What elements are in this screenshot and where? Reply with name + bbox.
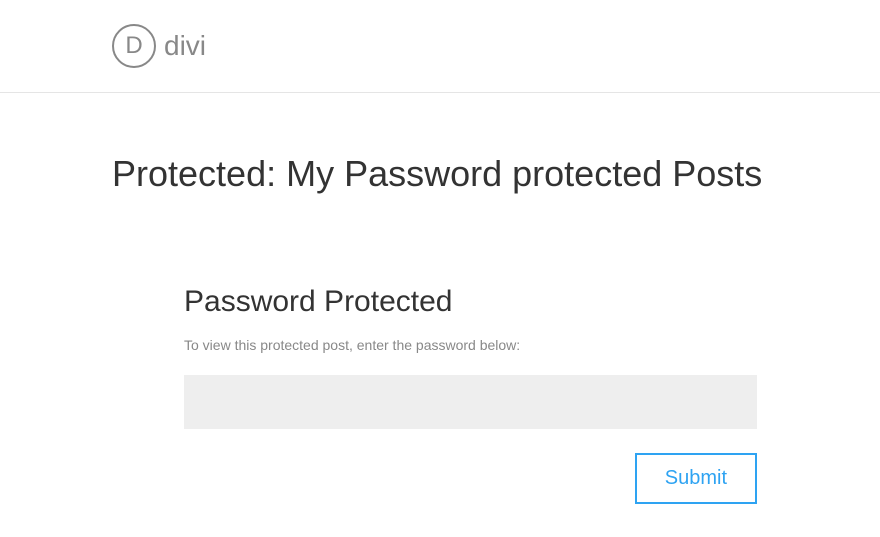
site-logo[interactable]: D divi [112, 24, 206, 68]
password-form: Password Protected To view this protecte… [112, 285, 768, 504]
password-instruction: To view this protected post, enter the p… [184, 337, 768, 353]
submit-button[interactable]: Submit [635, 453, 757, 504]
logo-icon: D [112, 24, 156, 68]
logo-letter: D [125, 32, 142, 60]
main-content: Protected: My Password protected Posts P… [0, 93, 880, 504]
site-header: D divi [0, 0, 880, 93]
password-input[interactable] [184, 375, 757, 429]
submit-row: Submit [184, 453, 757, 504]
page-title: Protected: My Password protected Posts [112, 153, 768, 195]
password-form-title: Password Protected [184, 285, 768, 319]
logo-text: divi [164, 30, 206, 62]
